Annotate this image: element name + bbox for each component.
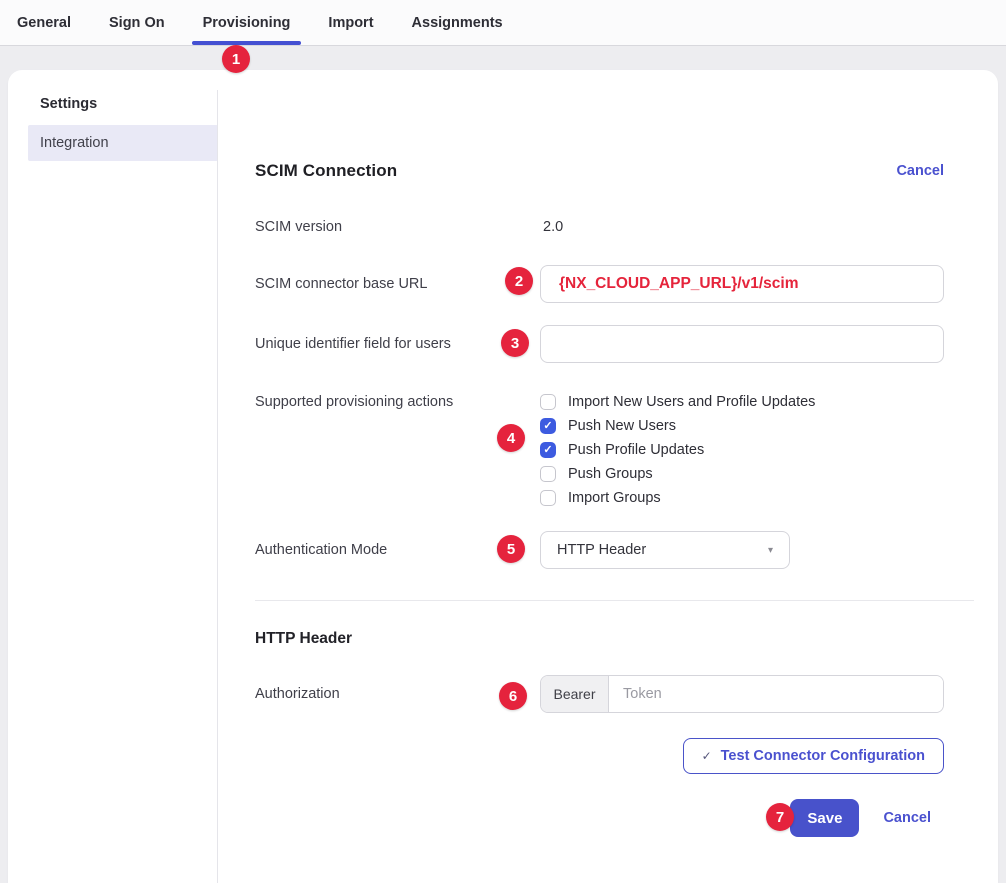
chevron-down-icon: ▾ (768, 545, 773, 556)
action-push-groups[interactable]: Push Groups (540, 462, 944, 486)
bearer-prefix: Bearer (541, 676, 609, 712)
step-badge-4: 4 (497, 424, 525, 452)
test-connector-button[interactable]: ✓ Test Connector Configuration (683, 738, 944, 774)
app-tab-bar: General Sign On Provisioning Import Assi… (0, 0, 1006, 46)
tab-assignments[interactable]: Assignments (412, 0, 503, 45)
step-badge-7: 7 (766, 803, 794, 831)
scim-connection-form: SCIM Connection Cancel SCIM version 2.0 … (218, 70, 998, 883)
provisioning-actions-label: Supported provisioning actions (255, 390, 540, 411)
action-import-groups[interactable]: Import Groups (540, 486, 944, 510)
step-badge-6: 6 (499, 682, 527, 710)
checkbox-push-profile-updates[interactable] (540, 442, 556, 458)
checkbox-push-groups[interactable] (540, 466, 556, 482)
tab-import[interactable]: Import (328, 0, 373, 45)
authorization-label: Authorization (255, 675, 540, 703)
checkbox-import-groups[interactable] (540, 490, 556, 506)
save-button[interactable]: Save (790, 799, 859, 837)
checkbox-push-new-users[interactable] (540, 418, 556, 434)
step-badge-1: 1 (222, 45, 250, 73)
base-url-input[interactable] (540, 265, 944, 303)
check-icon: ✓ (702, 749, 712, 763)
step-badge-5: 5 (497, 535, 525, 563)
section-divider (255, 600, 974, 601)
action-push-profile-updates[interactable]: Push Profile Updates (540, 438, 944, 462)
checkbox-label: Import New Users and Profile Updates (568, 394, 815, 410)
token-input[interactable] (609, 676, 943, 712)
cancel-link-bottom[interactable]: Cancel (883, 810, 931, 826)
tab-sign-on[interactable]: Sign On (109, 0, 165, 45)
auth-mode-select[interactable]: HTTP Header ▾ (540, 531, 790, 569)
cancel-link-top[interactable]: Cancel (896, 163, 944, 179)
step-badge-2: 2 (505, 267, 533, 295)
scim-version-value: 2.0 (540, 218, 944, 236)
checkbox-label: Push Profile Updates (568, 442, 704, 458)
action-push-new-users[interactable]: Push New Users (540, 414, 944, 438)
unique-id-label: Unique identifier field for users (255, 325, 540, 353)
scim-version-label: SCIM version (255, 218, 540, 236)
checkbox-label: Push New Users (568, 418, 676, 434)
settings-sidebar: Settings Integration (8, 70, 218, 883)
checkbox-label: Push Groups (568, 466, 653, 482)
step-badge-3: 3 (501, 329, 529, 357)
unique-id-input[interactable] (540, 325, 944, 363)
provisioning-card: Settings Integration SCIM Connection Can… (8, 70, 998, 883)
base-url-label: SCIM connector base URL (255, 265, 540, 293)
http-header-section-title: HTTP Header (255, 630, 944, 650)
tab-provisioning[interactable]: Provisioning (203, 0, 291, 45)
checkbox-import-new-users[interactable] (540, 394, 556, 410)
sidebar-section-settings: Settings (40, 96, 218, 112)
tab-general[interactable]: General (17, 0, 71, 45)
auth-mode-value: HTTP Header (557, 542, 646, 558)
page-title: SCIM Connection (255, 161, 397, 181)
authorization-input-group: Bearer (540, 675, 944, 713)
sidebar-item-integration[interactable]: Integration (28, 125, 218, 161)
test-connector-button-label: Test Connector Configuration (721, 748, 925, 764)
action-import-new-users[interactable]: Import New Users and Profile Updates (540, 390, 944, 414)
checkbox-label: Import Groups (568, 490, 661, 506)
